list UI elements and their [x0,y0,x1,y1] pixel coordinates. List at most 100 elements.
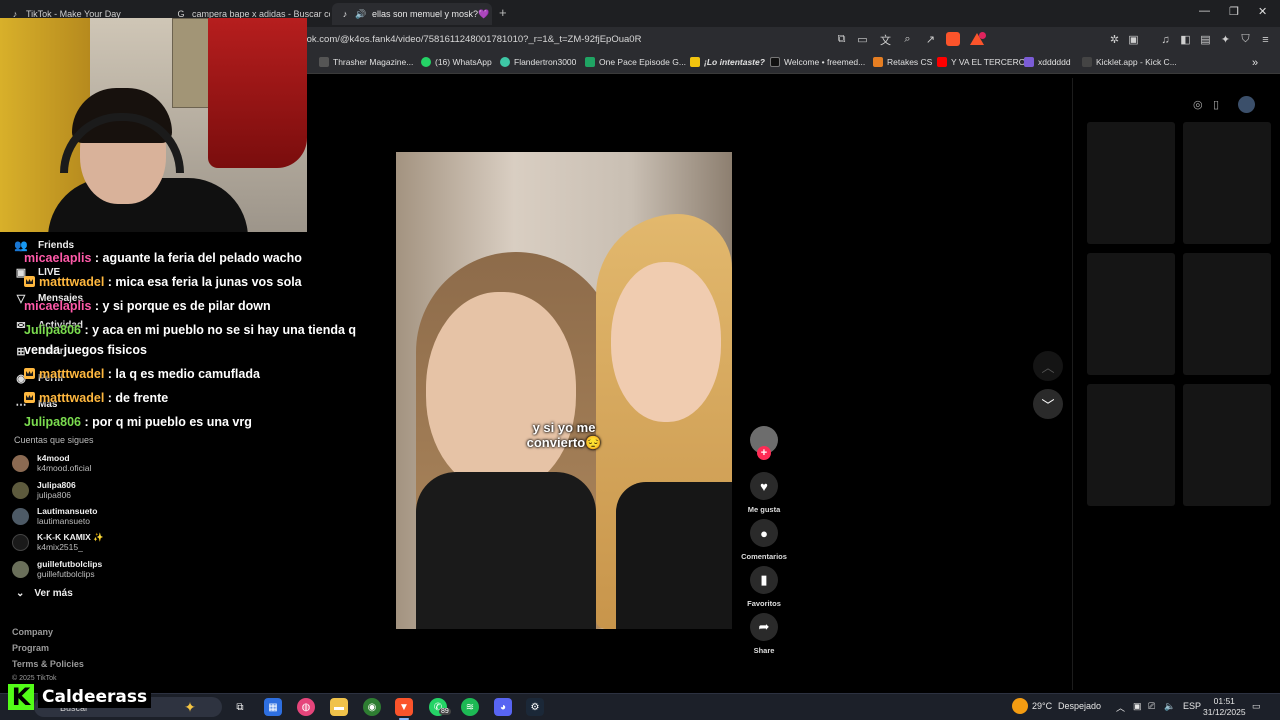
profile-avatar[interactable] [1238,96,1255,113]
bookmark-item[interactable]: Kicklet.app - Kick C... [1082,57,1177,67]
sidebar-toggle-icon[interactable]: ◧ [1179,33,1192,46]
steam-icon[interactable]: ⚙ [526,698,544,716]
more-bookmarks-icon[interactable]: » [1252,57,1258,69]
footer-link[interactable]: Company [12,627,53,637]
share-button[interactable]: ➦ Share [740,613,788,655]
video-person-left-face [426,292,576,492]
zoom-icon[interactable]: ⌕ [901,33,914,46]
task-view-icon[interactable]: ⧉ [231,698,249,716]
chrome-icon[interactable]: ◉ [363,698,381,716]
brave-shields-icon[interactable] [946,32,960,46]
loading-placeholder [1183,122,1271,244]
phone-icon[interactable]: ▯ [1213,98,1219,111]
bookmark-item[interactable]: Welcome • freemed... [770,57,865,67]
new-tab-icon[interactable]: + [499,5,507,20]
weather-desc[interactable]: Despejado [1058,701,1101,711]
leo-ai-icon[interactable]: ✦ [1219,33,1232,46]
following-item[interactable]: K-K-K KAMIX ✨ k4mix2515_ [12,532,104,552]
video-person-right-shirt [616,482,732,629]
share-page-icon[interactable]: ↗ [924,33,937,46]
footer-link[interactable]: Program [12,643,49,653]
following-item[interactable]: Lautimansueto lautimansueto [12,506,97,526]
chat-message: micaelaplis : y si porque es de pilar do… [24,299,271,313]
sheets-icon [585,57,595,67]
follow-plus-icon[interactable]: + [757,446,771,460]
loading-placeholder [1183,384,1271,506]
speaker-icon[interactable]: 🔊 [355,9,366,19]
copilot-sparkle-icon[interactable]: ✦ [181,698,199,716]
loading-placeholder [1087,253,1175,375]
chevron-down-icon: ﹀ [1041,397,1055,413]
show-hidden-icons-icon[interactable]: ︿ [1116,701,1125,714]
youtube-icon [937,57,947,67]
discord-icon[interactable]: ◕ [494,698,512,716]
bookmark-item[interactable]: One Pace Episode G... [585,57,686,67]
clock[interactable]: 01:51 31/12/2025 [1203,696,1246,718]
screen: ♪ TikTok - Make Your Day G campera bape … [0,0,1280,720]
video-person-right-face [611,262,721,422]
bookmark-item[interactable]: xdddddd [1024,57,1071,67]
chat-message: matttwadel : la q es medio camuflada [24,367,260,381]
following-heading: Cuentas que sigues [14,435,94,445]
store-icon[interactable]: ▦ [264,698,282,716]
weather-icon[interactable] [1012,698,1028,714]
notifications-icon[interactable]: ▭ [1252,701,1261,712]
brave-icon[interactable]: ▼ [395,698,413,716]
chevron-down-icon: ⌄ [16,588,25,599]
network-icon[interactable]: ⎚ [1148,701,1155,712]
close-window-icon[interactable]: ✕ [1258,5,1267,18]
bookmark-item[interactable]: ¡Lo intentaste? [690,57,765,67]
video-person-left-shirt [416,472,596,629]
url-field[interactable]: tok.com/@k4os.fank4/video/75816112480017… [304,34,641,45]
favorites-button[interactable]: ▮ Favoritos [740,566,788,608]
bookmark-item[interactable]: Flandertron3000 [500,57,576,67]
video-caption: y si yo me convierto😔 [526,420,602,450]
file-explorer-icon[interactable]: ▬ [330,698,348,716]
bookmark-item[interactable]: Retakes CS [873,57,932,67]
minimize-icon[interactable]: — [1199,5,1210,17]
comments-button[interactable]: ● Comentarios [740,519,788,561]
see-more-button[interactable]: ⌄ Ver más [16,588,73,599]
translate-icon[interactable]: 文 [879,33,892,47]
weather-temp[interactable]: 29°C [1032,701,1052,711]
bookmark-item[interactable]: Y VA EL TERCERO [937,57,1025,67]
bookmark-item[interactable]: (16) WhatsApp [421,57,492,67]
like-button[interactable]: ♥ Me gusta [740,472,788,514]
bookmark-item[interactable]: Thrasher Magazine... [319,57,413,67]
avatar [12,481,29,499]
chat-message-continuation: venda juegos fisicos [24,343,147,357]
tab-title: ellas son memuel y mosk?💜 [372,8,490,19]
footer-link[interactable]: Terms & Policies [12,659,84,669]
following-item[interactable]: guillefutbolclips guillefutbolclips [12,559,102,579]
tray-app-icon[interactable]: ▣ [1133,701,1142,712]
bookmark-icon: ▮ [750,566,778,594]
previous-video-button[interactable]: ︿ [1033,351,1063,381]
following-item[interactable]: k4mood k4mood.oficial [12,453,91,473]
globe-icon [500,57,510,67]
extensions-icon[interactable]: ✲ [1108,33,1121,46]
chat-message: micaelaplis : aguante la feria del pelad… [24,251,302,265]
vpn-icon[interactable]: ⛉ [1239,33,1252,46]
cast-icon[interactable]: ▭ [856,33,869,46]
spotify-icon[interactable]: ≋ [461,698,479,716]
language-indicator[interactable]: ESP [1183,701,1201,711]
video-player[interactable]: y si yo me convierto😔 [396,152,732,629]
next-video-button[interactable]: ﹀ [1033,389,1063,419]
music-icon[interactable]: ♫ [1159,33,1172,46]
compass-icon[interactable]: ◎ [1193,98,1203,111]
app-icon[interactable]: ◍ [297,698,315,716]
menu-icon[interactable]: ≡ [1259,33,1272,46]
following-item[interactable]: Julipa806 julipa806 [12,480,76,500]
heart-icon: ♥ [750,472,778,500]
tab-active-video[interactable]: ♪ 🔊 ellas son memuel y mosk?💜 ✕ [332,3,492,25]
kick-logo-icon: K [8,683,34,711]
stream-name-overlay: K Caldeerass [8,683,152,711]
wallet-icon[interactable]: ▤ [1199,33,1212,46]
chat-message: Julipa806 : y aca en mi pueblo no se si … [24,323,357,337]
streamer-name: Caldeerass [38,686,152,708]
screenshot-icon[interactable]: ▣ [1127,33,1140,46]
maximize-icon[interactable]: ❐ [1229,5,1239,18]
notification-badge [979,32,986,39]
media-icon[interactable]: ⧉ [835,33,848,46]
volume-icon[interactable]: 🔈 [1164,701,1175,712]
